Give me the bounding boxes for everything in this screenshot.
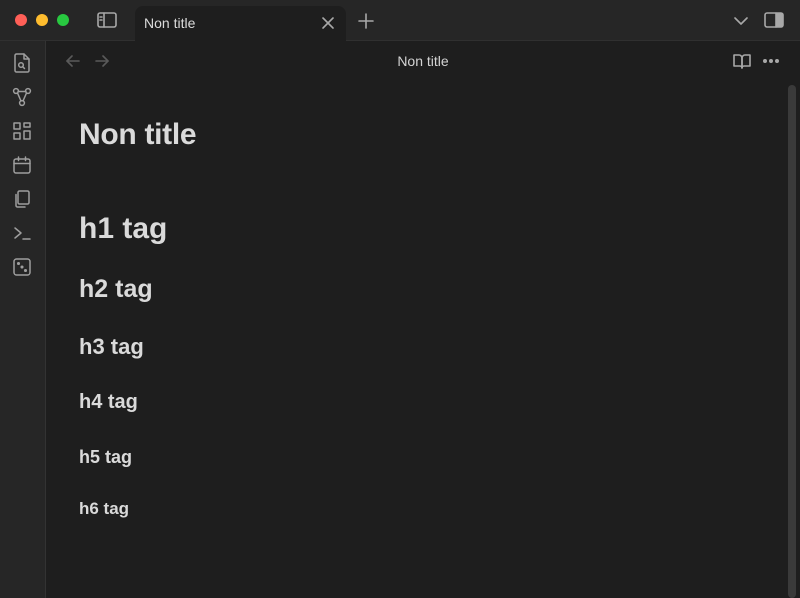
canvas-icon[interactable] — [11, 120, 33, 142]
more-options-icon[interactable] — [761, 52, 781, 70]
right-sidebar-icon[interactable] — [764, 11, 784, 29]
tab-title: Non title — [144, 15, 196, 31]
view-header: Non title — [46, 41, 800, 81]
left-ribbon — [0, 41, 46, 598]
templates-icon[interactable] — [11, 188, 33, 210]
chevron-down-icon[interactable] — [732, 12, 750, 30]
window-minimize-button[interactable] — [36, 14, 48, 26]
random-note-icon[interactable] — [11, 256, 33, 278]
heading-3: h3 tag — [79, 334, 144, 359]
calendar-icon[interactable] — [11, 154, 33, 176]
heading-1: h1 tag — [79, 212, 168, 245]
scrollbar-thumb[interactable] — [788, 85, 796, 598]
heading-2: h2 tag — [79, 275, 153, 303]
sidebar-toggle-icon[interactable] — [97, 11, 117, 29]
reading-view-icon[interactable] — [732, 52, 752, 70]
window-close-button[interactable] — [15, 14, 27, 26]
heading-6: h6 tag — [79, 499, 130, 518]
close-icon[interactable] — [318, 13, 338, 33]
graph-view-icon[interactable] — [11, 86, 33, 108]
heading-4: h4 tag — [79, 391, 138, 413]
open-quick-switcher-icon[interactable] — [11, 52, 33, 74]
heading-5: h5 tag — [79, 447, 133, 467]
view-title: Non title — [397, 53, 449, 69]
title-bar: Non title — [0, 0, 800, 41]
note-title[interactable]: Non title — [79, 118, 197, 152]
tab-active[interactable]: Non title — [135, 6, 346, 41]
plus-icon[interactable] — [357, 12, 375, 30]
command-palette-icon[interactable] — [11, 222, 33, 244]
window-maximize-button[interactable] — [57, 14, 69, 26]
note-content[interactable]: Non title h1 tag h2 tag h3 tag h4 tag h5… — [46, 81, 786, 598]
